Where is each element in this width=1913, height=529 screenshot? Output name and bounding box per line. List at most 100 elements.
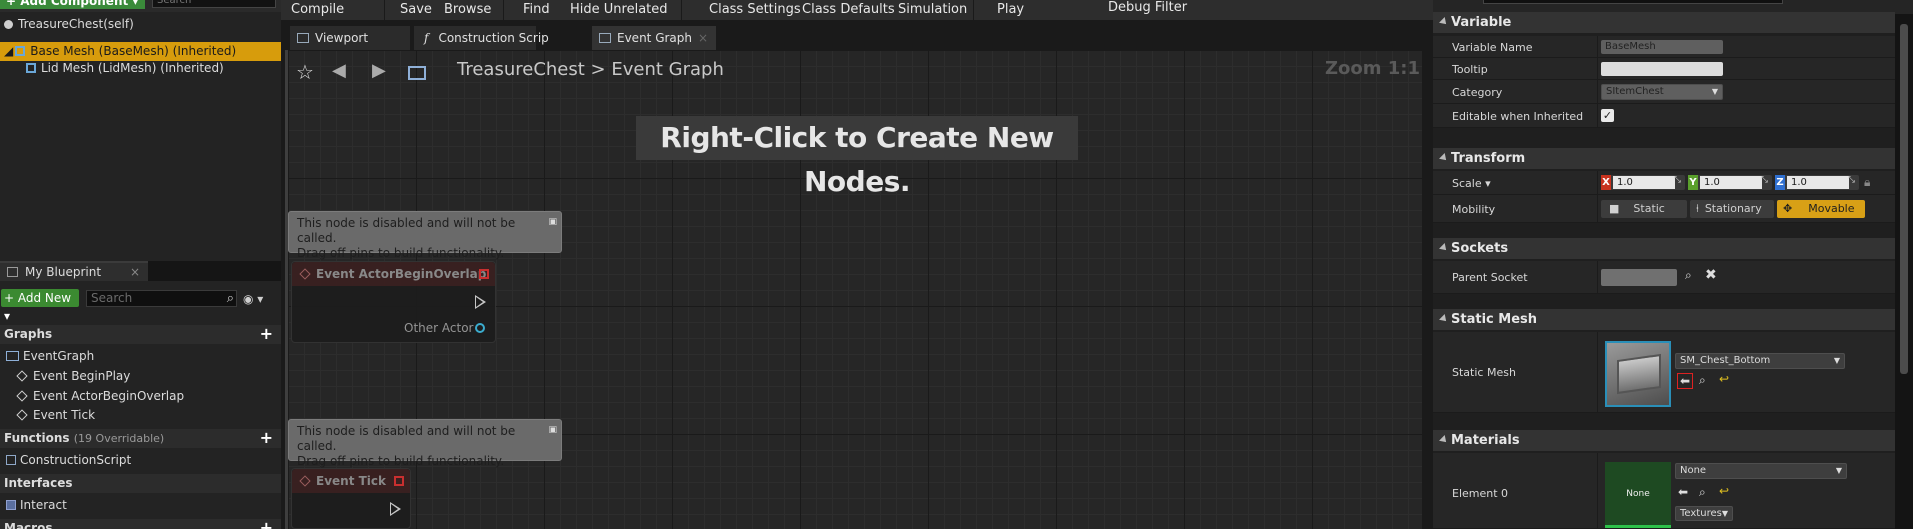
save-button[interactable]: Save	[400, 2, 432, 17]
section-interfaces[interactable]: Interfaces	[0, 474, 281, 493]
lock-icon[interactable]: 🔒︎	[1864, 175, 1870, 190]
scale-x-field[interactable]: X 1.0 ⤡	[1601, 175, 1685, 190]
section-sockets[interactable]: Sockets	[1433, 238, 1895, 259]
node-event-tick[interactable]: Event Tick	[291, 468, 411, 529]
interface-item-interact[interactable]: Interact	[0, 496, 281, 515]
scale-y-field[interactable]: Y 1.0 ⤡	[1688, 175, 1772, 190]
variable-name-input[interactable]: BaseMesh	[1601, 40, 1723, 54]
delegate-pin-icon[interactable]	[479, 269, 489, 279]
reset-icon[interactable]: ↩	[1719, 372, 1729, 386]
find-button[interactable]: Find	[523, 2, 550, 17]
close-icon[interactable]: ×	[130, 263, 140, 281]
use-selected-arrow-icon[interactable]: ⬅	[1677, 373, 1693, 389]
scale-x-value[interactable]: 1.0	[1613, 176, 1675, 189]
browse-button[interactable]: Browse	[444, 2, 491, 17]
spinner-icon[interactable]: ⤡	[1848, 175, 1855, 185]
row-divider	[1597, 58, 1598, 79]
scrollbar-thumb[interactable]	[1900, 24, 1908, 374]
function-item-construction-script[interactable]: ConstructionScript	[0, 451, 281, 470]
event-item-beginplay[interactable]: Event BeginPlay	[0, 367, 281, 386]
mobility-static-button[interactable]: ■ Static	[1601, 200, 1687, 218]
spinner-icon[interactable]: ⤡	[1761, 175, 1768, 185]
add-component-button[interactable]: + Add Component ▾	[0, 0, 145, 9]
add-new-button[interactable]: + Add New ▾	[1, 289, 79, 323]
row-divider	[1597, 171, 1598, 194]
pin-label: Other Actor	[404, 321, 474, 335]
editable-checkbox[interactable]: ✓	[1601, 109, 1614, 122]
favorite-star-icon[interactable]: ☆	[296, 60, 314, 84]
breadcrumb-root[interactable]: TreasureChest	[457, 59, 585, 80]
scale-y-value[interactable]: 1.0	[1700, 176, 1762, 189]
back-arrow-icon[interactable]: ◀	[332, 60, 346, 81]
material-dropdown[interactable]: None ▼	[1675, 463, 1847, 479]
class-settings-button[interactable]: Class Settings	[709, 2, 801, 17]
row-label: Category	[1452, 86, 1503, 99]
my-blueprint-search-input[interactable]: Search ⌕	[86, 290, 237, 307]
add-function-icon[interactable]: +	[260, 428, 273, 447]
browse-search-icon[interactable]: ⌕	[1699, 485, 1706, 500]
event-item-actorbeginoverlap[interactable]: Event ActorBeginOverlap	[0, 387, 281, 406]
static-mesh-thumbnail[interactable]	[1605, 341, 1671, 407]
use-selected-arrow-icon[interactable]: ⬅	[1678, 485, 1688, 499]
event-icon	[16, 370, 28, 382]
mobility-stationary-button[interactable]: ⍿ Stationary	[1690, 200, 1774, 218]
item-label: ConstructionScript	[20, 453, 132, 467]
mobility-movable-button[interactable]: ✥ Movable	[1777, 200, 1865, 218]
section-label: Macros	[4, 521, 53, 529]
scale-z-field[interactable]: Z 1.0 ⤡	[1775, 175, 1859, 190]
section-graphs[interactable]: Graphs +	[0, 324, 281, 344]
my-blueprint-tabbar: My Blueprint ×	[0, 261, 281, 281]
tooltip-input[interactable]	[1601, 62, 1723, 76]
node-header: Event Tick	[292, 469, 410, 493]
row-divider	[1597, 332, 1598, 412]
node-event-actorbeginoverlap[interactable]: Event ActorBeginOverlap Other Actor	[291, 261, 496, 343]
section-variable[interactable]: Variable	[1433, 12, 1895, 33]
section-macros[interactable]: Macros +	[0, 518, 281, 529]
row-divider	[1597, 195, 1598, 222]
close-icon[interactable]: ×	[698, 26, 708, 50]
tab-my-blueprint[interactable]: My Blueprint ×	[0, 261, 148, 281]
parent-socket-input[interactable]	[1601, 269, 1677, 286]
forward-arrow-icon[interactable]: ▶	[372, 60, 386, 81]
search-icon[interactable]: ⌕	[1685, 268, 1692, 283]
section-materials[interactable]: Materials	[1433, 430, 1895, 451]
graph-item-eventgraph[interactable]: EventGraph	[0, 347, 281, 366]
delegate-pin-icon[interactable]	[394, 476, 404, 486]
clear-icon[interactable]: ✖	[1705, 267, 1717, 283]
class-defaults-button[interactable]: Class Defaults	[802, 2, 895, 17]
scale-lock-dropdown[interactable]: Scale ▾	[1452, 177, 1491, 190]
add-graph-icon[interactable]: +	[260, 324, 273, 343]
object-output-pin[interactable]	[475, 323, 485, 333]
chevron-down-icon: ▼	[1835, 466, 1842, 475]
browse-search-icon[interactable]: ⌕	[1699, 373, 1706, 388]
textures-dropdown[interactable]: Textures ▼	[1675, 506, 1733, 521]
item-label: EventGraph	[23, 349, 95, 363]
simulation-button[interactable]: Simulation	[898, 2, 967, 17]
material-thumbnail[interactable]: None	[1605, 462, 1671, 528]
category-dropdown[interactable]: SItemChest ▼	[1601, 84, 1723, 100]
scale-z-value[interactable]: 1.0	[1787, 176, 1849, 189]
section-transform[interactable]: Transform	[1433, 148, 1895, 169]
section-static-mesh[interactable]: Static Mesh	[1433, 309, 1895, 330]
tab-event-graph[interactable]: Event Graph ×	[592, 26, 716, 50]
play-button[interactable]: Play	[997, 2, 1024, 17]
tab-viewport[interactable]: Viewport	[290, 26, 410, 50]
compile-button[interactable]: Compile	[291, 2, 344, 17]
spinner-icon[interactable]: ⤡	[1674, 175, 1681, 185]
component-root[interactable]: TreasureChest(self)	[0, 15, 281, 34]
tooltip-line: This node is disabled and will not be ca…	[297, 216, 516, 245]
add-macro-icon[interactable]: +	[260, 518, 273, 529]
tab-construction-script[interactable]: f Construction Scrip	[414, 26, 549, 50]
hide-unrelated-button[interactable]: Hide Unrelated	[570, 2, 668, 17]
component-item-lid-mesh[interactable]: Lid Mesh (LidMesh) (Inherited)	[0, 59, 281, 78]
exec-output-pin[interactable]	[475, 295, 486, 309]
details-search-input[interactable]	[1483, 0, 1783, 4]
section-functions[interactable]: Functions (19 Overridable) +	[0, 428, 281, 448]
view-options-icon[interactable]: ◉ ▾	[243, 292, 263, 306]
details-scrollbar[interactable]	[1895, 14, 1913, 529]
exec-output-pin[interactable]	[390, 502, 401, 516]
components-search-input[interactable]: Search	[152, 0, 276, 8]
reset-icon[interactable]: ↩	[1719, 484, 1729, 498]
event-item-tick[interactable]: Event Tick	[0, 406, 281, 425]
static-mesh-dropdown[interactable]: SM_Chest_Bottom ▼	[1675, 353, 1845, 369]
